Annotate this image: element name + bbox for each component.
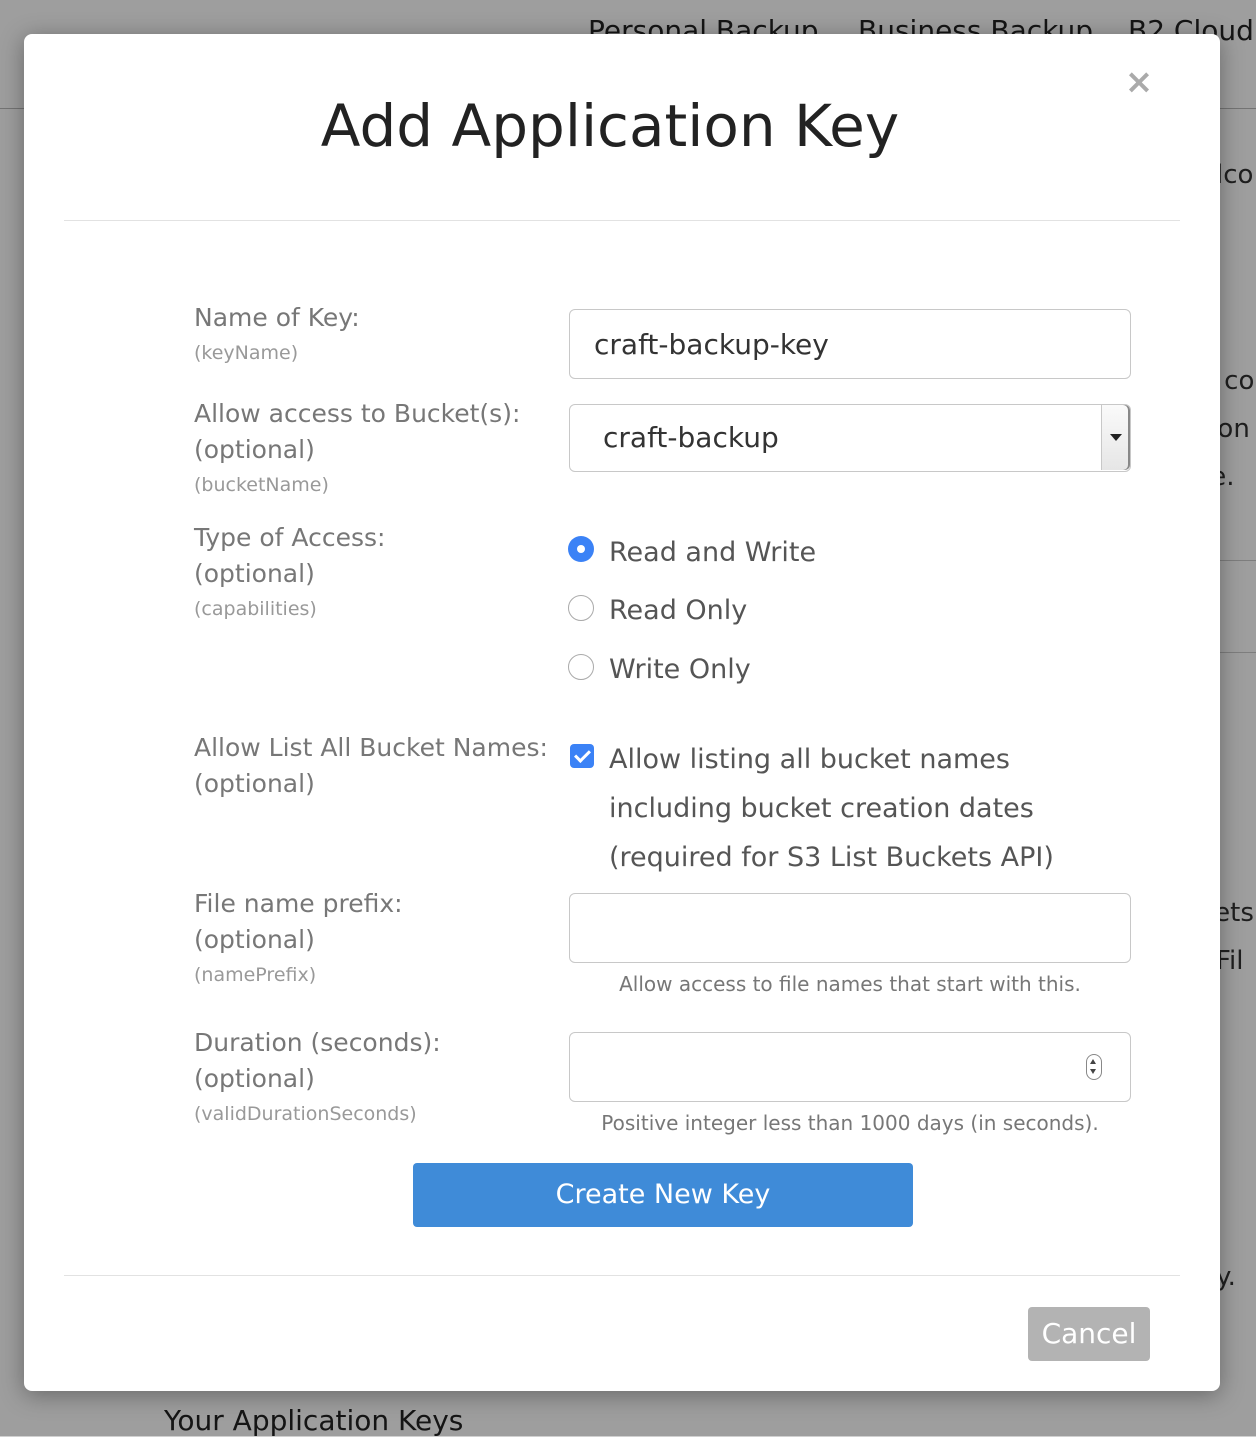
radio-label-write-only[interactable]: Write Only: [609, 652, 751, 688]
chevron-down-icon[interactable]: [1101, 405, 1130, 470]
create-new-key-button[interactable]: Create New Key: [413, 1163, 913, 1227]
bucket-optional: (optional): [194, 435, 315, 464]
radio-label-read-and-write[interactable]: Read and Write: [609, 535, 816, 571]
prefix-input[interactable]: [569, 893, 1131, 963]
duration-param: (validDurationSeconds): [194, 1103, 417, 1125]
add-application-key-dialog: × Add Application Key Name of Key: (keyN…: [24, 34, 1220, 1391]
access-type-param: (capabilities): [194, 598, 317, 620]
list-all-checkbox[interactable]: [570, 744, 594, 768]
bucket-label: Allow access to Bucket(s):: [194, 399, 521, 428]
bucket-select[interactable]: craft-backup: [569, 404, 1131, 472]
access-type-label: Type of Access:: [194, 523, 386, 552]
bucket-param: (bucketName): [194, 474, 329, 496]
bucket-selected-value: craft-backup: [603, 421, 779, 454]
duration-optional: (optional): [194, 1064, 315, 1093]
radio-write-only[interactable]: [568, 654, 594, 680]
footer-divider: [64, 1275, 1180, 1276]
radio-label-read-only[interactable]: Read Only: [609, 593, 747, 629]
radio-read-and-write[interactable]: [568, 536, 594, 562]
key-name-label: Name of Key:: [194, 303, 360, 332]
prefix-optional: (optional): [194, 925, 315, 954]
list-all-label: Allow List All Bucket Names:: [194, 733, 548, 762]
dialog-title: Add Application Key: [320, 92, 900, 160]
key-name-input[interactable]: [569, 309, 1131, 379]
duration-input[interactable]: [569, 1032, 1131, 1102]
list-all-checkbox-label[interactable]: Allow listing all bucket names including…: [609, 735, 1129, 882]
prefix-help-text: Allow access to file names that start wi…: [619, 972, 1081, 996]
access-type-optional: (optional): [194, 559, 315, 588]
radio-read-only[interactable]: [568, 595, 594, 621]
list-all-optional: (optional): [194, 769, 315, 798]
duration-help-text: Positive integer less than 1000 days (in…: [601, 1111, 1099, 1135]
number-stepper-icon[interactable]: [1086, 1054, 1102, 1080]
prefix-label: File name prefix:: [194, 889, 403, 918]
header-divider: [64, 220, 1180, 221]
duration-label: Duration (seconds):: [194, 1028, 441, 1057]
key-name-param: (keyName): [194, 342, 299, 364]
prefix-param: (namePrefix): [194, 964, 317, 986]
cancel-button[interactable]: Cancel: [1028, 1307, 1150, 1361]
